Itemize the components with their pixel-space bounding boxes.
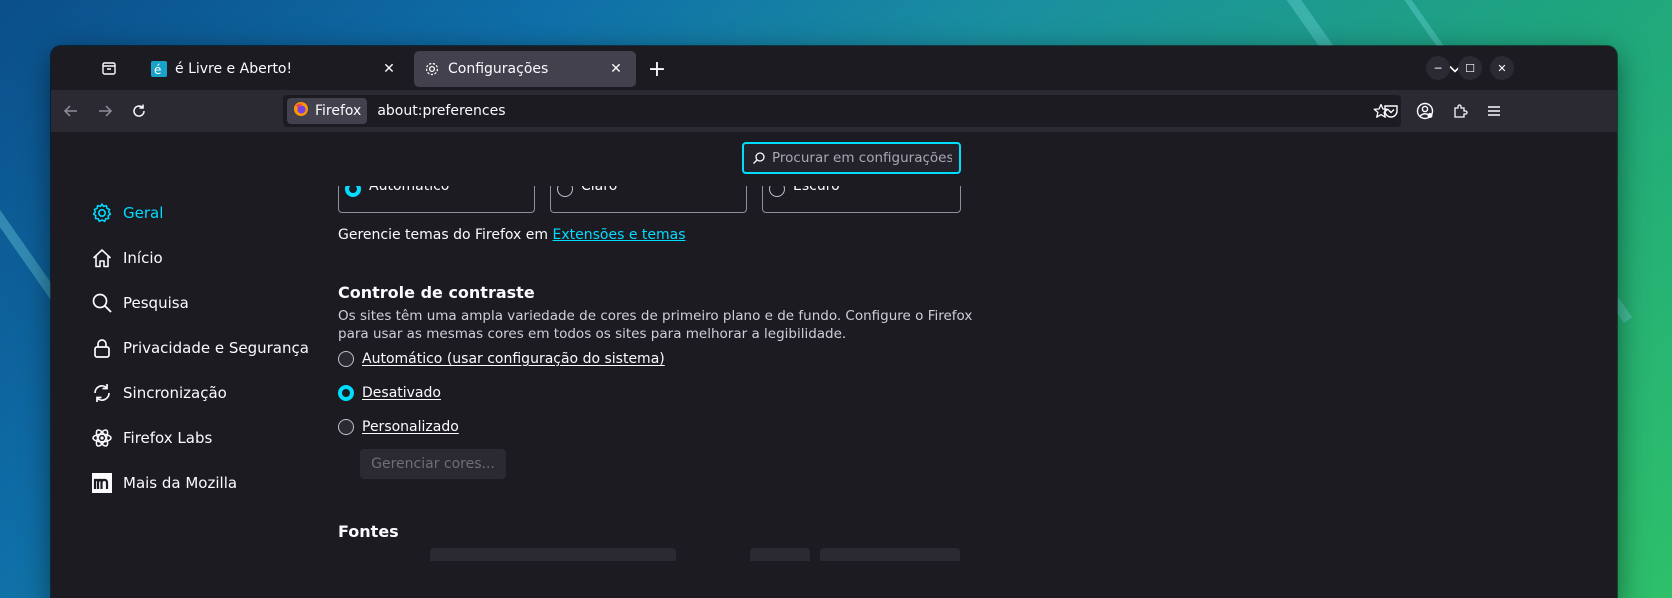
radio-label: Personalizado xyxy=(362,419,459,435)
search-input[interactable] xyxy=(772,150,952,166)
sidebar-item-firefox-labs[interactable]: Firefox Labs xyxy=(91,423,212,453)
mozilla-icon xyxy=(91,472,113,494)
sidebar-item-label: Mais da Mozilla xyxy=(123,474,238,492)
puzzle-icon xyxy=(1454,104,1468,118)
maximize-button[interactable]: ☐ xyxy=(1458,56,1482,80)
fonts-section-title: Fontes xyxy=(338,522,399,541)
tab-label: é Livre e Aberto! xyxy=(175,61,293,77)
pocket-button[interactable] xyxy=(1377,97,1405,125)
url-text[interactable]: about:preferences xyxy=(377,103,1367,119)
svg-text:é: é xyxy=(154,63,161,77)
window-close-button[interactable]: ✕ xyxy=(1490,56,1514,80)
contrast-option-automatico[interactable]: Automático (usar configuração do sistema… xyxy=(338,349,665,369)
reload-icon xyxy=(133,104,145,117)
tab-label: Configurações xyxy=(448,61,549,77)
identity-box[interactable]: Firefox xyxy=(287,98,368,124)
sidebar-item-geral[interactable]: Geral xyxy=(91,198,163,228)
sidebar-item-label: Início xyxy=(123,249,163,267)
reload-button[interactable] xyxy=(125,97,153,125)
contrast-option-desativado[interactable]: Desativado xyxy=(338,383,441,403)
theme-label: Claro xyxy=(581,186,618,194)
sidebar-item-label: Firefox Labs xyxy=(123,429,213,447)
account-icon xyxy=(1416,102,1434,120)
site-e-icon: é xyxy=(151,61,167,77)
font-select[interactable] xyxy=(430,548,676,561)
theme-label: Automático xyxy=(369,186,450,194)
url-bar[interactable]: Firefox about:preferences xyxy=(283,95,1401,127)
menu-button[interactable] xyxy=(1480,97,1508,125)
close-icon[interactable]: ✕ xyxy=(606,59,626,79)
theme-option-escuro[interactable]: Escuro xyxy=(762,186,961,213)
tab-livre[interactable]: é é Livre e Aberto! ✕ xyxy=(141,51,409,87)
tab-list-button[interactable] xyxy=(95,54,123,82)
radio-button[interactable] xyxy=(338,419,354,435)
sidebar-item-label: Geral xyxy=(123,204,164,222)
extensions-button[interactable] xyxy=(1446,97,1474,125)
theme-radio[interactable] xyxy=(769,186,785,197)
arrow-left-icon xyxy=(63,105,77,117)
hamburger-icon xyxy=(1488,106,1500,116)
firefox-view-icon xyxy=(102,62,116,75)
manage-themes-prefix: Gerencie temas do Firefox em xyxy=(338,227,553,243)
sidebar-item-mozilla[interactable]: Mais da Mozilla xyxy=(91,468,237,498)
firefox-logo-icon xyxy=(293,101,309,121)
search-icon xyxy=(753,152,765,164)
sidebar-item-label: Sincronização xyxy=(123,384,227,402)
theme-option-claro[interactable]: Claro xyxy=(550,186,747,213)
sidebar-item-label: Privacidade e Segurança xyxy=(123,339,309,357)
radio-label: Desativado xyxy=(362,385,441,401)
nav-bar: Firefox about:preferences xyxy=(51,90,1617,132)
sidebar-item-sincronizacao[interactable]: Sincronização xyxy=(91,378,227,408)
lock-icon xyxy=(91,337,113,359)
theme-option-automatico[interactable]: Automático xyxy=(338,186,535,213)
home-icon xyxy=(91,247,113,269)
contrast-description: Os sites têm uma ampla variedade de core… xyxy=(338,308,973,342)
advanced-fonts-button[interactable] xyxy=(820,548,960,561)
tab-configuracoes[interactable]: Configurações ✕ xyxy=(414,51,636,87)
extensions-themes-link[interactable]: Extensões e temas xyxy=(553,227,686,243)
back-button[interactable] xyxy=(57,97,85,125)
manage-colors-button[interactable]: Gerenciar cores... xyxy=(360,449,506,479)
labs-icon xyxy=(91,427,113,449)
theme-label: Escuro xyxy=(793,186,840,194)
contrast-option-personalizado[interactable]: Personalizado xyxy=(338,417,459,437)
sidebar-item-label: Pesquisa xyxy=(123,294,189,312)
identity-label: Firefox xyxy=(315,103,362,119)
new-tab-button[interactable]: + xyxy=(643,55,671,83)
gear-icon xyxy=(424,61,440,77)
account-button[interactable] xyxy=(1411,97,1439,125)
theme-radio[interactable] xyxy=(345,186,361,197)
sync-icon xyxy=(91,382,113,404)
manage-themes-text: Gerencie temas do Firefox em Extensões e… xyxy=(338,227,686,243)
forward-button[interactable] xyxy=(91,97,119,125)
close-icon[interactable]: ✕ xyxy=(379,59,399,79)
radio-button[interactable] xyxy=(338,385,354,401)
radio-button[interactable] xyxy=(338,351,354,367)
pocket-icon xyxy=(1384,105,1398,118)
font-size-select[interactable] xyxy=(750,548,810,561)
search-icon xyxy=(91,292,113,314)
gear-icon xyxy=(91,202,113,224)
radio-label: Automático (usar configuração do sistema… xyxy=(362,351,665,367)
minimize-button[interactable]: ─ xyxy=(1426,56,1450,80)
tab-bar: é é Livre e Aberto! ✕ Configurações ✕ + … xyxy=(51,46,1617,90)
sidebar-item-pesquisa[interactable]: Pesquisa xyxy=(91,288,189,318)
sidebar-item-inicio[interactable]: Início xyxy=(91,243,163,273)
contrast-section-title: Controle de contraste xyxy=(338,283,535,302)
preferences-search[interactable] xyxy=(742,142,961,174)
theme-radio[interactable] xyxy=(557,186,573,197)
sidebar-item-privacidade[interactable]: Privacidade e Segurança xyxy=(91,333,309,363)
arrow-right-icon xyxy=(99,105,113,117)
